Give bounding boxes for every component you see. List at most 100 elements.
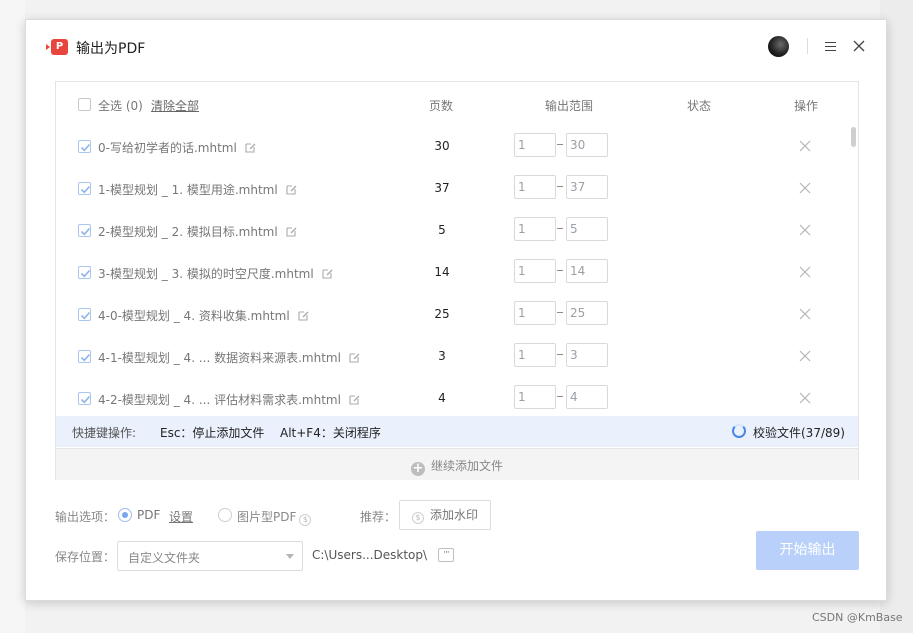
file-name-text: 4-2-模型规划 _ 4. ... 评估材料需求表.mhtml (98, 393, 341, 407)
remove-icon[interactable] (798, 349, 812, 363)
watermark-coin-icon: $ (411, 512, 424, 524)
remove-icon[interactable] (798, 307, 812, 321)
file-name-text: 3-模型规划 _ 3. 模拟的时空尺度.mhtml (98, 267, 314, 281)
file-name: 4-2-模型规划 _ 4. ... 评估材料需求表.mhtml (98, 391, 361, 409)
range-to-input[interactable]: 30 (566, 133, 608, 157)
page-count: 4 (438, 391, 446, 405)
range-separator (557, 270, 563, 271)
file-name: 0-写给初学者的话.mhtml (98, 139, 257, 157)
range-from-input[interactable]: 1 (514, 133, 556, 157)
plus-circle-icon: + (411, 461, 425, 476)
browse-folder-button[interactable]: ··· (438, 548, 454, 562)
file-name: 3-模型规划 _ 3. 模拟的时空尺度.mhtml (98, 265, 334, 283)
range-from-input[interactable]: 1 (514, 385, 556, 409)
save-location-label: 保存位置： (55, 550, 116, 564)
edit-icon[interactable] (321, 267, 334, 283)
remove-icon[interactable] (798, 139, 812, 153)
save-location-select[interactable]: 自定义文件夹 (117, 541, 303, 571)
range-separator (557, 354, 563, 355)
edit-icon[interactable] (297, 309, 310, 325)
loading-spinner-icon (732, 424, 746, 438)
csdn-watermark: CSDN @KmBase (812, 611, 903, 624)
range-to-input[interactable]: 3 (566, 343, 608, 367)
edit-icon[interactable] (285, 225, 298, 241)
radio-pdf-label: PDF (137, 508, 161, 522)
save-path: C:\Users...Desktop\ (312, 548, 428, 562)
shortcut-esc: Esc：停止添加文件 (160, 426, 265, 440)
range-to-input[interactable]: 25 (566, 301, 608, 325)
range-from-input[interactable]: 1 (514, 259, 556, 283)
range-separator (557, 396, 563, 397)
remove-icon[interactable] (798, 265, 812, 279)
shortcut-bar: 快捷键操作: Esc：停止添加文件 Alt+F4：关闭程序 校验文件(37/89… (56, 416, 858, 447)
settings-link[interactable]: 设置 (169, 508, 193, 525)
shortcut-alt-f4: Alt+F4：关闭程序 (280, 426, 381, 440)
edit-icon[interactable] (244, 141, 257, 157)
titlebar: P 输出为PDF (26, 20, 886, 74)
column-header-action: 操作 (794, 99, 819, 113)
start-export-button[interactable]: 开始输出 (756, 531, 859, 570)
edit-icon[interactable] (348, 351, 361, 367)
page-count: 5 (438, 223, 446, 237)
row-checkbox[interactable] (78, 182, 91, 195)
range-from-input[interactable]: 1 (514, 175, 556, 199)
remove-icon[interactable] (798, 223, 812, 237)
radio-image-pdf[interactable] (218, 508, 232, 522)
select-all-checkbox[interactable] (78, 98, 91, 111)
column-header-range: 输出范围 (545, 99, 594, 113)
edit-icon[interactable] (348, 393, 361, 409)
scroll-thumb[interactable] (851, 127, 856, 147)
range-from-input[interactable]: 1 (514, 301, 556, 325)
page-count: 37 (434, 181, 450, 195)
row-checkbox[interactable] (78, 266, 91, 279)
shortcut-label: 快捷键操作: (72, 426, 137, 440)
range-separator (557, 186, 563, 187)
file-name: 4-1-模型规划 _ 4. ... 数据资料来源表.mhtml (98, 349, 361, 367)
radio-image-pdf-label: 图片型PDF (237, 510, 297, 524)
row-checkbox[interactable] (78, 308, 91, 321)
edit-icon[interactable] (285, 183, 298, 199)
table-row: 4-1-模型规划 _ 4. ... 数据资料来源表.mhtml 3 1 3 (56, 336, 848, 378)
table-row: 1-模型规划 _ 1. 模型用途.mhtml 37 1 37 (56, 168, 848, 210)
page-count: 14 (434, 265, 450, 279)
user-avatar[interactable] (768, 36, 789, 57)
scrollbar[interactable] (849, 126, 856, 416)
row-checkbox[interactable] (78, 392, 91, 405)
recommend-label: 推荐： (360, 510, 397, 524)
row-checkbox[interactable] (78, 350, 91, 363)
file-name: 2-模型规划 _ 2. 模拟目标.mhtml (98, 223, 298, 241)
file-name-text: 4-0-模型规划 _ 4. 资料收集.mhtml (98, 309, 290, 323)
range-to-input[interactable]: 14 (566, 259, 608, 283)
row-checkbox[interactable] (78, 224, 91, 237)
radio-pdf[interactable] (118, 508, 132, 522)
column-header-pages: 页数 (429, 99, 454, 113)
range-from-input[interactable]: 1 (514, 217, 556, 241)
range-to-input[interactable]: 4 (566, 385, 608, 409)
validate-status: 校验文件(37/89) (753, 426, 845, 440)
add-more-files-button[interactable]: + 继续添加文件 (56, 448, 858, 480)
select-all-label: 全选 (0) (98, 99, 143, 113)
row-checkbox[interactable] (78, 140, 91, 153)
clear-all-link[interactable]: 清除全部 (151, 97, 199, 114)
file-name-text: 2-模型规划 _ 2. 模拟目标.mhtml (98, 225, 278, 239)
table-header: 全选 (0) 清除全部 页数 输出范围 状态 操作 (56, 82, 858, 126)
page-count: 25 (434, 307, 450, 321)
add-watermark-button[interactable]: $ 添加水印 (399, 500, 491, 530)
range-to-input[interactable]: 5 (566, 217, 608, 241)
range-separator (557, 228, 563, 229)
dialog-title: 输出为PDF (76, 41, 146, 57)
export-pdf-dialog: P 输出为PDF 全选 (0) 清除全部 页数 输出范围 状态 操作 0-写给初… (25, 19, 887, 601)
range-to-input[interactable]: 37 (566, 175, 608, 199)
range-separator (557, 312, 563, 313)
page-count: 3 (438, 349, 446, 363)
menu-icon[interactable] (825, 42, 836, 51)
range-from-input[interactable]: 1 (514, 343, 556, 367)
file-name-text: 0-写给初学者的话.mhtml (98, 141, 237, 155)
file-name-text: 4-1-模型规划 _ 4. ... 数据资料来源表.mhtml (98, 351, 341, 365)
titlebar-divider (807, 38, 808, 54)
close-icon[interactable] (852, 39, 866, 53)
remove-icon[interactable] (798, 181, 812, 195)
table-row: 3-模型规划 _ 3. 模拟的时空尺度.mhtml 14 1 14 (56, 252, 848, 294)
chevron-down-icon (286, 554, 294, 559)
remove-icon[interactable] (798, 391, 812, 405)
